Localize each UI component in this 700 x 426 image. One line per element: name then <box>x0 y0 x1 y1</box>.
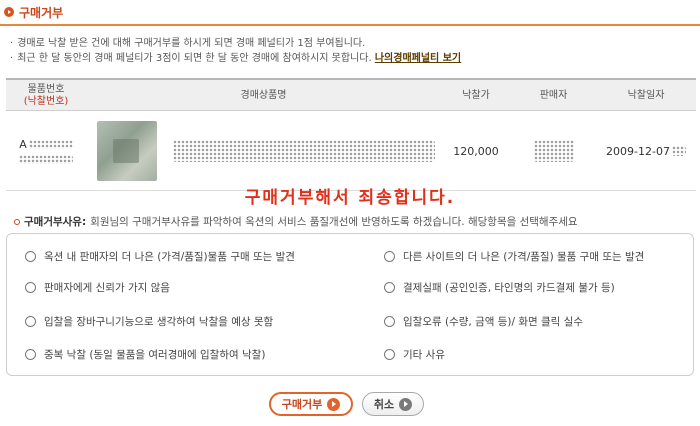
seller-cell <box>511 111 596 191</box>
header-bid-no-label: (낙찰번호) <box>23 95 69 107</box>
radio-button[interactable] <box>25 316 36 327</box>
item-thumbnail[interactable] <box>97 121 157 181</box>
header-item-no: 물품번호 (낙찰번호) <box>6 80 86 111</box>
reason-option-label: 판매자에게 신뢰가 가지 않음 <box>44 282 170 294</box>
item-thumbnail-cell <box>92 111 162 191</box>
reason-options-box: 옥션 내 판매자의 더 나은 (가격/품질)물품 구매 또는 발견 다른 사이트… <box>6 233 694 376</box>
reason-header: 구매거부사유: 회원님의 구매거부사유를 파악하여 옥션의 서비스 품질개선에 반… <box>14 214 578 229</box>
reason-option-label: 입찰오류 (수량, 금액 등)/ 화면 클릭 실수 <box>403 316 583 328</box>
date-text: 2009-12-07 <box>606 144 670 158</box>
table-header: 물품번호 (낙찰번호) 경매상품명 낙찰가 판매자 낙찰일자 <box>6 78 696 111</box>
item-no-cell: A <box>6 111 86 191</box>
reason-option-label: 옥션 내 판매자의 더 나은 (가격/품질)물품 구매 또는 발견 <box>44 251 295 263</box>
reason-title: 구매거부사유: <box>24 216 87 228</box>
item-name-cell <box>166 111 441 191</box>
refuse-purchase-label: 구매거부 <box>281 398 323 411</box>
notice-text: 최근 한 달 동안의 경매 페널티가 3점이 되면 한 달 동안 경매에 참여하… <box>17 53 372 64</box>
time-redacted <box>671 146 686 156</box>
radio-button[interactable] <box>25 349 36 360</box>
price-cell: 120,000 <box>453 144 499 158</box>
bullet-icon: · <box>10 38 14 49</box>
reason-option-7[interactable]: 중복 낙찰 (동일 물품을 여러경매에 입찰하여 낙찰) <box>25 347 265 362</box>
cancel-label: 취소 <box>373 398 395 411</box>
title-bullet-icon <box>4 7 14 17</box>
apology-message: 구매거부해서 죄송합니다. <box>244 188 456 208</box>
header-seller: 판매자 <box>539 89 568 101</box>
notice-item: · 최근 한 달 동안의 경매 페널티가 3점이 되면 한 달 동안 경매에 참여… <box>10 51 690 66</box>
arrow-right-icon <box>327 397 341 411</box>
reason-description: 회원님의 구매거부사유를 파악하여 옥션의 서비스 품질개선에 반영하도록 하겠… <box>90 216 578 228</box>
reason-option-6[interactable]: 입찰오류 (수량, 금액 등)/ 화면 클릭 실수 <box>384 314 583 329</box>
radio-button[interactable] <box>384 251 395 262</box>
radio-button[interactable] <box>25 251 36 262</box>
radio-button[interactable] <box>384 349 395 360</box>
item-no-redacted <box>28 140 73 149</box>
header-date: 낙찰일자 <box>627 89 665 101</box>
item-name-redacted[interactable] <box>172 140 435 162</box>
reason-option-label: 다른 사이트의 더 나은 (가격/품질) 물품 구매 또는 발견 <box>403 251 645 263</box>
reason-option-4[interactable]: 결제실패 (공인인증, 타인명의 카드결제 불가 등) <box>384 280 615 295</box>
notice-list: · 경매로 낙찰 받은 건에 대해 구매거부를 하시게 되면 경매 페널티가 1점… <box>10 36 690 66</box>
auction-table: 물품번호 (낙찰번호) 경매상품명 낙찰가 판매자 낙찰일자 A 120,000… <box>6 78 696 191</box>
reason-option-label: 입찰을 장바구니기능으로 생각하여 낙찰을 예상 못함 <box>44 316 274 328</box>
radio-button[interactable] <box>25 282 36 293</box>
item-no-prefix: A <box>19 138 27 151</box>
radio-button[interactable] <box>384 282 395 293</box>
table-row: A 120,000 2009-12-07 <box>6 111 696 191</box>
bullet-icon: · <box>10 53 14 64</box>
refuse-purchase-button[interactable]: 구매거부 <box>269 392 353 416</box>
seller-redacted[interactable] <box>533 140 574 162</box>
reason-option-1[interactable]: 옥션 내 판매자의 더 나은 (가격/품질)물품 구매 또는 발견 <box>25 249 295 264</box>
reason-option-2[interactable]: 다른 사이트의 더 나은 (가격/품질) 물품 구매 또는 발견 <box>384 249 644 264</box>
reason-option-8[interactable]: 기타 사유 <box>384 347 445 362</box>
title-bar: 구매거부 <box>0 0 700 26</box>
reason-option-3[interactable]: 판매자에게 신뢰가 가지 않음 <box>25 280 170 295</box>
header-price: 낙찰가 <box>462 89 490 101</box>
my-penalty-link[interactable]: 나의경매페널티 보기 <box>375 53 461 64</box>
reason-option-label: 중복 낙찰 (동일 물품을 여러경매에 입찰하여 낙찰) <box>44 349 266 361</box>
header-item-name: 경매상품명 <box>240 89 287 101</box>
reason-option-label: 기타 사유 <box>403 349 445 361</box>
cancel-button[interactable]: 취소 <box>362 392 424 416</box>
notice-text: 경매로 낙찰 받은 건에 대해 구매거부를 하시게 되면 경매 페널티가 1점 … <box>17 38 366 49</box>
reason-option-5[interactable]: 입찰을 장바구니기능으로 생각하여 낙찰을 예상 못함 <box>25 314 273 329</box>
page-title: 구매거부 <box>19 5 64 20</box>
arrow-right-icon <box>399 397 413 411</box>
radio-button[interactable] <box>384 316 395 327</box>
header-item-no-label: 물품번호 <box>27 83 65 95</box>
bullet-circle-icon <box>14 219 20 225</box>
notice-item: · 경매로 낙찰 받은 건에 대해 구매거부를 하시게 되면 경매 페널티가 1점… <box>10 36 690 51</box>
bid-no-redacted <box>19 155 73 164</box>
reason-option-label: 결제실패 (공인인증, 타인명의 카드결제 불가 등) <box>403 282 615 294</box>
date-cell: 2009-12-07 <box>596 111 696 191</box>
